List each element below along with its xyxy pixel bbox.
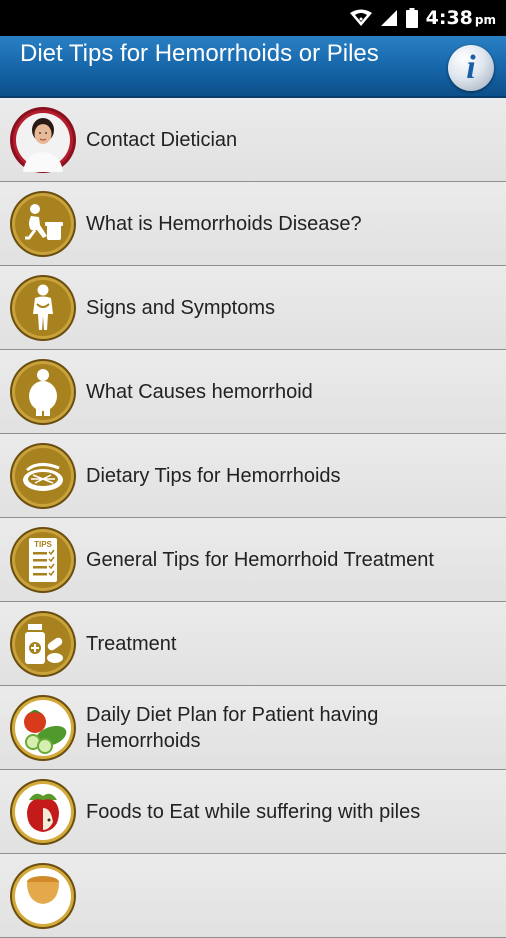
vegetables-icon: [9, 694, 77, 762]
wifi-icon: [349, 9, 372, 27]
menu-item-label: Signs and Symptoms: [86, 296, 275, 319]
menu-item-what-is-hemorrhoids[interactable]: What is Hemorrhoids Disease?: [0, 182, 506, 266]
battery-icon: [405, 8, 418, 28]
status-time: 4:38 pm: [425, 7, 496, 29]
person-sitting-icon: [9, 190, 77, 258]
svg-text:TIPS: TIPS: [34, 540, 52, 549]
menu-item-foods-to-eat[interactable]: Foods to Eat while suffering with piles: [0, 770, 506, 854]
tips-checklist-icon: TIPS: [9, 526, 77, 594]
menu-item-label: Daily Diet Plan for Patient having Hemor…: [86, 703, 379, 752]
status-bar: 4:38 pm: [0, 0, 506, 36]
menu-item-dietary-tips[interactable]: Dietary Tips for Hemorrhoids: [0, 434, 506, 518]
person-symptom-icon: [9, 274, 77, 342]
dietician-avatar-icon: [9, 106, 77, 174]
menu-item-daily-diet-plan[interactable]: Daily Diet Plan for Patient having Hemor…: [0, 686, 506, 770]
food-plate-icon: [9, 442, 77, 510]
menu-item-label: Dietary Tips for Hemorrhoids: [86, 464, 341, 487]
page-title: Diet Tips for Hemorrhoids or Piles: [20, 40, 379, 67]
menu-list: Contact Dietician What is Hemorrhoids Di…: [0, 98, 506, 938]
info-icon: i: [466, 49, 476, 86]
overweight-person-icon: [9, 358, 77, 426]
menu-item-contact-dietician[interactable]: Contact Dietician: [0, 98, 506, 182]
menu-item-label: Contact Dietician: [86, 128, 238, 151]
menu-item-what-causes[interactable]: What Causes hemorrhoid: [0, 350, 506, 434]
menu-item-signs-symptoms[interactable]: Signs and Symptoms: [0, 266, 506, 350]
medicine-bottle-icon: [9, 610, 77, 678]
menu-item-treatment[interactable]: Treatment: [0, 602, 506, 686]
menu-item-label: What Causes hemorrhoid: [86, 380, 313, 403]
menu-item-general-tips[interactable]: TIPS General Tips for Hemorrhoid Treatme…: [0, 518, 506, 602]
menu-item-label: What is Hemorrhoids Disease?: [86, 212, 362, 235]
tea-cup-icon: [9, 862, 77, 930]
signal-icon: [380, 9, 398, 27]
menu-item-label: Treatment: [86, 632, 177, 655]
apple-icon: [9, 778, 77, 846]
menu-item-partial[interactable]: [0, 854, 506, 938]
info-button[interactable]: i: [448, 45, 494, 91]
menu-item-label: General Tips for Hemorrhoid Treatment: [86, 548, 434, 571]
app-bar: Diet Tips for Hemorrhoids or Piles i: [0, 36, 506, 98]
menu-item-label: Foods to Eat while suffering with piles: [86, 800, 421, 823]
